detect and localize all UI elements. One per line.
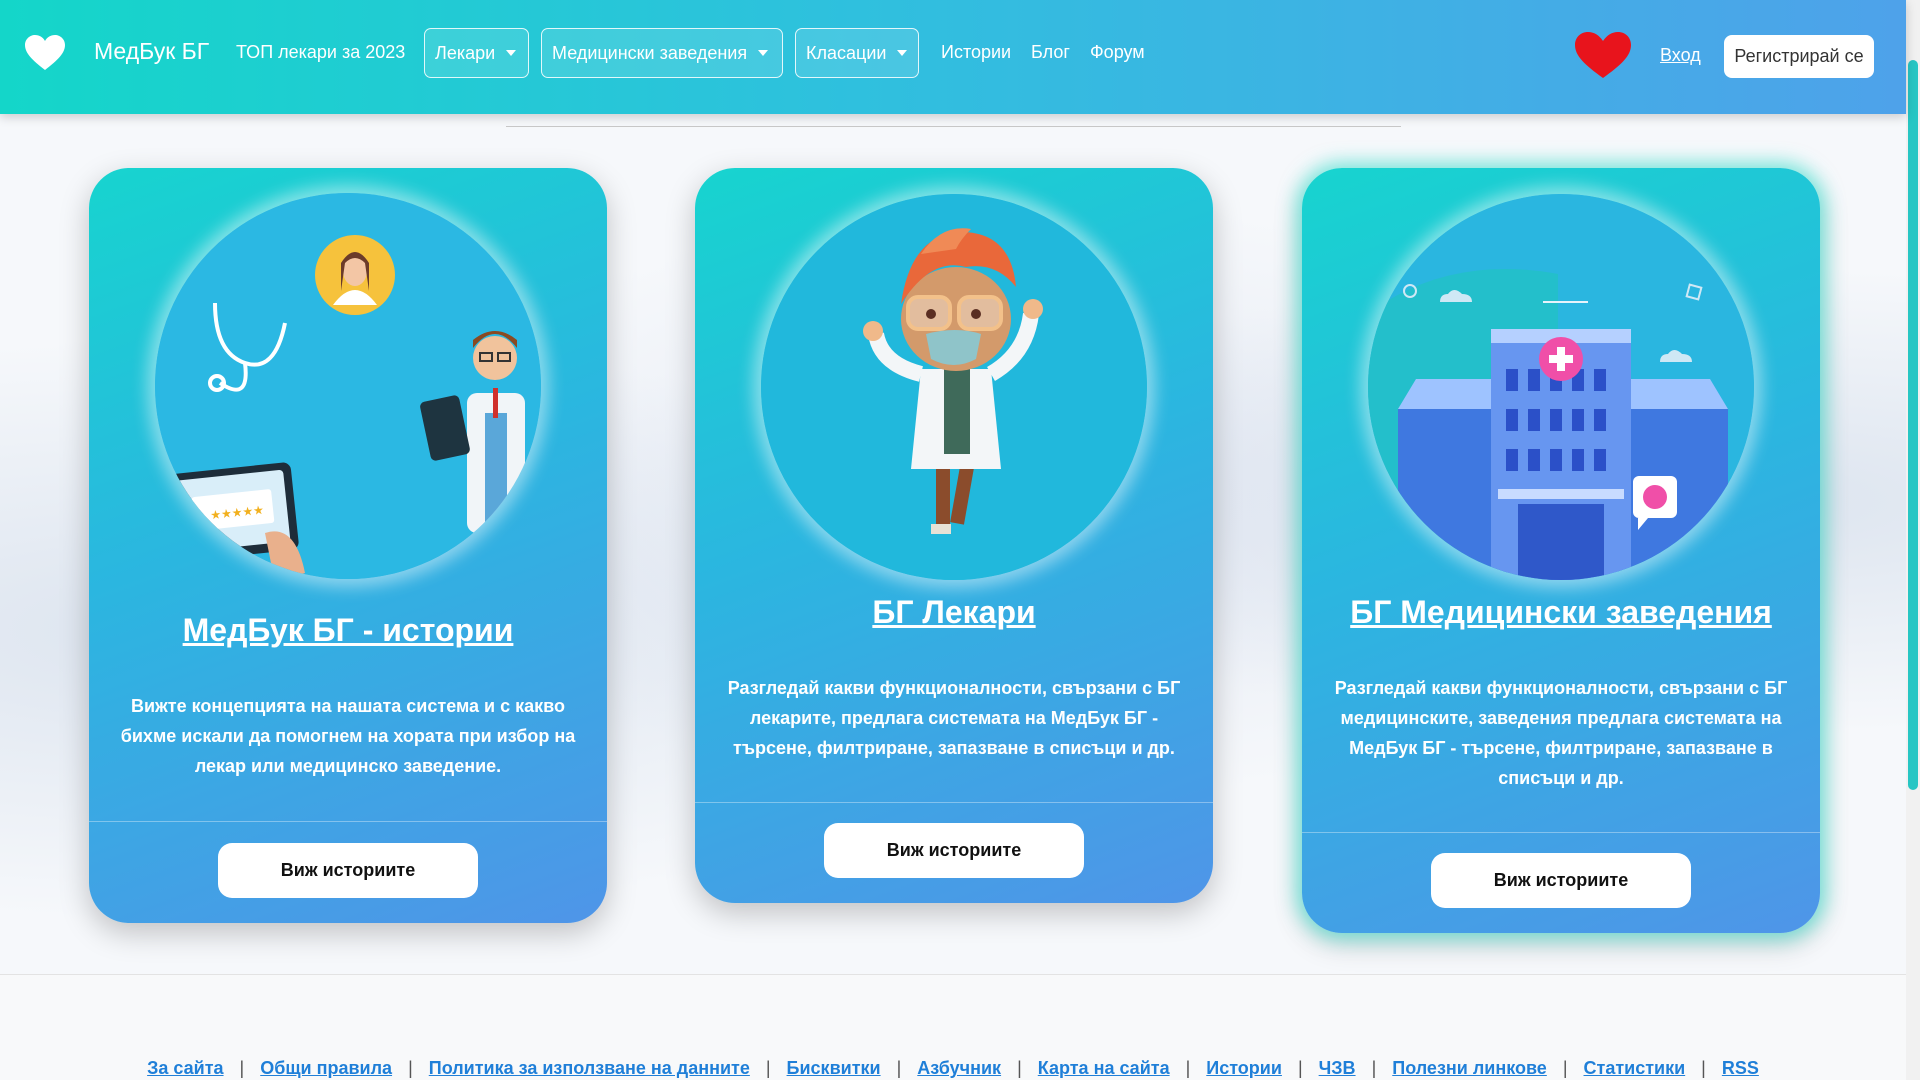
- card-bg-medical-facilities: БГ Медицински заведения Разгледай какви …: [1302, 168, 1820, 933]
- footer-link-stories[interactable]: Истории: [1206, 1058, 1282, 1079]
- scrollbar-thumb[interactable]: [1908, 60, 1918, 790]
- card-description: Разгледай какви функционалности, свързан…: [1334, 678, 1788, 788]
- nav-link-blog[interactable]: Блог: [1031, 42, 1070, 63]
- view-stories-button[interactable]: Виж историите: [824, 823, 1084, 878]
- doctor-character-illustration: [761, 194, 1147, 580]
- separator: |: [1017, 1058, 1022, 1078]
- separator: |: [1701, 1058, 1706, 1078]
- footer-link-rss[interactable]: RSS: [1722, 1058, 1759, 1079]
- nav-link-stories[interactable]: Истории: [941, 42, 1011, 63]
- nav-dropdown-rankings[interactable]: Класации: [795, 28, 919, 78]
- card-description: Разгледай какви функционалности, свързан…: [727, 678, 1181, 758]
- card-title[interactable]: БГ Лекари: [695, 594, 1213, 631]
- footer-link-alphabet[interactable]: Азбучник: [917, 1058, 1001, 1079]
- separator: |: [1185, 1058, 1191, 1078]
- view-stories-button[interactable]: Виж историите: [218, 843, 478, 898]
- footer-link-cookies[interactable]: Бисквитки: [787, 1058, 881, 1079]
- nav-dropdown-label: Лекари: [435, 42, 496, 63]
- card-divider: [1302, 832, 1820, 833]
- caret-down-icon: [758, 50, 769, 56]
- caret-down-icon: [506, 50, 517, 56]
- footer-link-useful-links[interactable]: Полезни линкове: [1392, 1058, 1547, 1079]
- nav-dropdown-doctors[interactable]: Лекари: [424, 28, 529, 78]
- nav-top-doctors[interactable]: ТОП лекари за 2023: [236, 42, 405, 63]
- footer-link-privacy[interactable]: Политика за използване на данните: [429, 1058, 750, 1079]
- page-scrollbar[interactable]: [1906, 0, 1920, 1080]
- card-title[interactable]: БГ Медицински заведения: [1302, 594, 1820, 631]
- favorites-heart-icon[interactable]: [1573, 30, 1633, 80]
- separator: |: [896, 1058, 902, 1078]
- nav-dropdown-medical-facilities[interactable]: Медицински заведения: [541, 28, 783, 78]
- doctor-rating-illustration: ★★★★★: [155, 193, 541, 579]
- separator: |: [765, 1058, 771, 1078]
- login-link[interactable]: Вход: [1660, 45, 1701, 66]
- separator: |: [408, 1058, 413, 1078]
- section-divider: [506, 126, 1401, 127]
- register-button[interactable]: Регистрирай се: [1724, 35, 1874, 78]
- nav-dropdown-label: Медицински заведения: [552, 42, 748, 63]
- brand-name[interactable]: МедБук БГ: [94, 38, 209, 65]
- footer-link-statistics[interactable]: Статистики: [1584, 1058, 1686, 1079]
- heart-logo-icon[interactable]: [24, 34, 66, 72]
- nav-link-forum[interactable]: Форум: [1090, 42, 1145, 63]
- footer-link-terms[interactable]: Общи правила: [260, 1058, 392, 1079]
- hospital-illustration: [1368, 194, 1754, 580]
- card-medbook-stories: ★★★★★ МедБук БГ - истории Вижте концепци…: [89, 168, 607, 923]
- footer-link-faq[interactable]: ЧЗВ: [1319, 1058, 1356, 1079]
- card-bg-doctors: БГ Лекари Разгледай какви функционалност…: [695, 168, 1213, 903]
- caret-down-icon: [897, 50, 908, 56]
- footer-link-sitemap[interactable]: Карта на сайта: [1038, 1058, 1170, 1079]
- separator: |: [1297, 1058, 1303, 1078]
- card-title[interactable]: МедБук БГ - истории: [89, 612, 607, 649]
- card-description: Вижте концепцията на нашата система и с …: [120, 696, 576, 776]
- separator: |: [1562, 1058, 1568, 1078]
- card-divider: [695, 802, 1213, 803]
- footer-links: За сайта | Общи правила | Политика за изпо…: [0, 1058, 1906, 1079]
- card-divider: [89, 821, 607, 822]
- nav-dropdown-label: Класации: [806, 42, 887, 63]
- separator: |: [239, 1058, 245, 1078]
- top-navbar: МедБук БГ ТОП лекари за 2023 Лекари Меди…: [0, 0, 1906, 114]
- footer-link-about[interactable]: За сайта: [147, 1058, 223, 1079]
- separator: |: [1371, 1058, 1377, 1078]
- view-stories-button[interactable]: Виж историите: [1431, 853, 1691, 908]
